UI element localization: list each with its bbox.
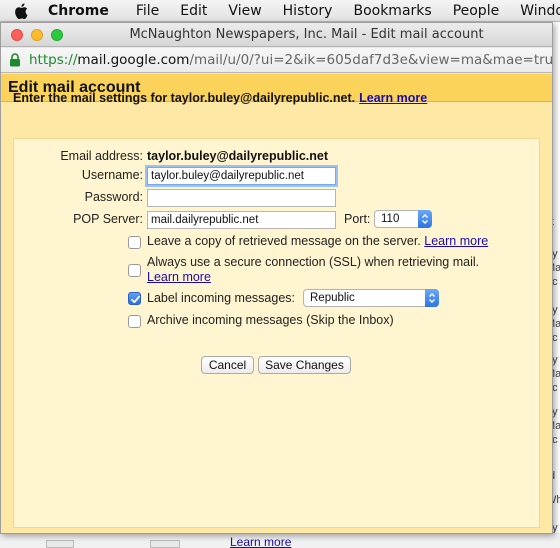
password-row: Password:: [1, 190, 143, 206]
pop-server-input[interactable]: mail.dailyrepublic.net: [147, 211, 336, 229]
instruction-text: Enter the mail settings for taylor.buley…: [13, 91, 427, 105]
leave-copy-checkbox[interactable]: [128, 236, 141, 249]
apple-icon[interactable]: [14, 2, 28, 20]
leave-copy-label: Leave a copy of retrieved message on the…: [147, 234, 421, 248]
instruction-label: Enter the mail settings for taylor.buley…: [13, 91, 356, 105]
edit-mail-account-window: McNaughton Newspapers, Inc. Mail - Edit …: [0, 22, 553, 534]
cancel-button[interactable]: Cancel: [201, 356, 254, 374]
learn-more-link[interactable]: Learn more: [359, 91, 427, 105]
email-address-value: taylor.buley@dailyrepublic.net: [147, 149, 328, 163]
maximize-window-button[interactable]: [51, 29, 63, 41]
menu-view[interactable]: View: [228, 3, 261, 19]
menu-history[interactable]: History: [283, 3, 333, 19]
url-scheme: https://: [29, 52, 78, 68]
chevron-updown-icon: [418, 210, 432, 228]
port-label: Port:: [344, 212, 371, 226]
username-input[interactable]: taylor.buley@dailyrepublic.net: [147, 167, 336, 185]
lock-icon[interactable]: [9, 53, 23, 68]
email-row: Email address:: [1, 149, 143, 165]
menu-people[interactable]: People: [453, 3, 500, 19]
chevron-updown-icon: [425, 289, 439, 307]
username-row: Username:: [1, 168, 143, 184]
background-tab: [46, 540, 74, 548]
close-window-button[interactable]: [11, 29, 23, 41]
menu-chrome[interactable]: Chrome: [48, 3, 109, 19]
menu-file[interactable]: File: [136, 3, 159, 19]
address-bar[interactable]: https://mail.google.com/mail/u/0/?ui=2&i…: [1, 48, 552, 73]
password-label: Password:: [84, 190, 143, 204]
checkmark-icon: [131, 295, 140, 304]
window-titlebar: McNaughton Newspapers, Inc. Mail - Edit …: [1, 23, 552, 47]
window-title: McNaughton Newspapers, Inc. Mail - Edit …: [129, 27, 484, 42]
menu-bookmarks[interactable]: Bookmarks: [353, 3, 431, 19]
ssl-learn-more-link[interactable]: Learn more: [147, 270, 211, 284]
port-select[interactable]: 110: [374, 210, 432, 228]
email-address-label: Email address:: [60, 149, 143, 163]
label-incoming-checkbox[interactable]: [128, 292, 141, 305]
menu-window[interactable]: Window: [520, 3, 560, 19]
port-value: 110: [381, 213, 400, 225]
pop-server-label: POP Server:: [73, 212, 143, 226]
ssl-checkbox[interactable]: [128, 264, 141, 277]
label-incoming-label: Label incoming messages:: [147, 291, 295, 305]
menu-edit[interactable]: Edit: [180, 3, 207, 19]
save-changes-button[interactable]: Save Changes: [258, 356, 351, 374]
username-label: Username:: [81, 168, 143, 182]
ssl-label: Always use a secure connection (SSL) whe…: [147, 255, 480, 269]
leave-copy-option: Leave a copy of retrieved message on the…: [147, 234, 488, 248]
menu-bar: Chrome File Edit View History Bookmarks …: [0, 0, 560, 22]
password-input[interactable]: [147, 189, 336, 207]
archive-label: Archive incoming messages (Skip the Inbo…: [147, 313, 394, 327]
url-host: mail.google.com: [77, 52, 190, 68]
archive-checkbox[interactable]: [128, 315, 141, 328]
url-text[interactable]: https://mail.google.com/mail/u/0/?ui=2&i…: [29, 52, 552, 68]
pop-server-row: POP Server:: [1, 212, 143, 228]
leave-copy-learn-more-link[interactable]: Learn more: [424, 234, 488, 248]
label-select[interactable]: Republic: [303, 289, 439, 307]
minimize-window-button[interactable]: [31, 29, 43, 41]
background-tab: [150, 540, 180, 548]
url-path: /mail/u/0/?ui=2&ik=605daf7d3e&view=ma&ma…: [189, 52, 552, 68]
background-learn-more-link[interactable]: Learn more: [230, 535, 291, 548]
label-select-value: Republic: [310, 292, 355, 304]
